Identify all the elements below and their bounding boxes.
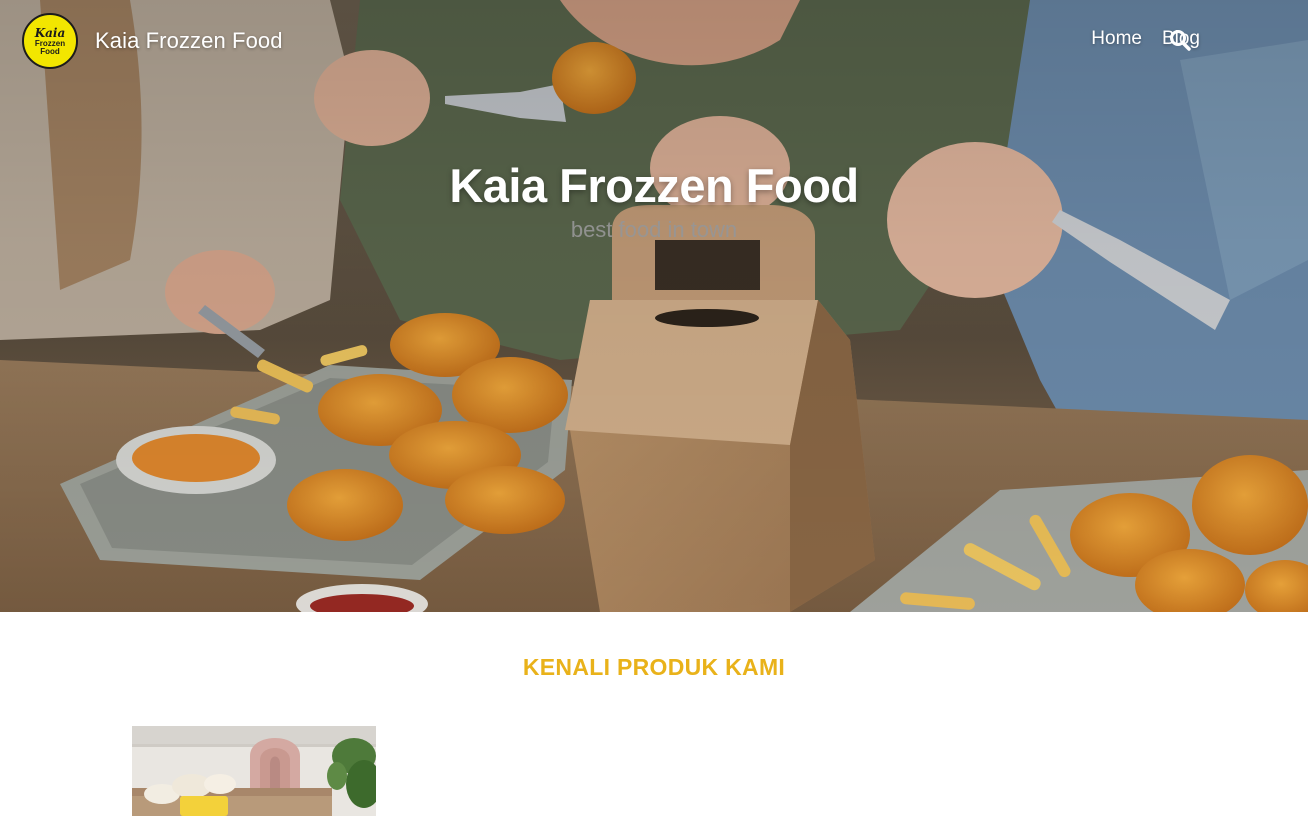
hero-overlay bbox=[0, 0, 1308, 612]
nav-home-link[interactable]: Home bbox=[1091, 28, 1142, 50]
search-icon[interactable] bbox=[1168, 28, 1192, 52]
product-photo bbox=[132, 726, 376, 816]
hero-banner: Kaia Frozzen Food Kaia Frozzen Food Home… bbox=[0, 0, 1308, 612]
products-heading: KENALI PRODUK KAMI bbox=[522, 654, 786, 680]
hero-tagline: best food in town bbox=[570, 217, 738, 242]
brand-logo-icon[interactable]: Kaia Frozzen Food bbox=[22, 13, 78, 69]
product-card[interactable] bbox=[132, 726, 376, 816]
site-title-link[interactable]: Kaia Frozzen Food bbox=[95, 28, 283, 54]
logo-line-3: Food bbox=[40, 46, 60, 56]
hero-title: Kaia Frozzen Food bbox=[449, 159, 859, 212]
logo-line-1: Kaia bbox=[34, 25, 66, 40]
